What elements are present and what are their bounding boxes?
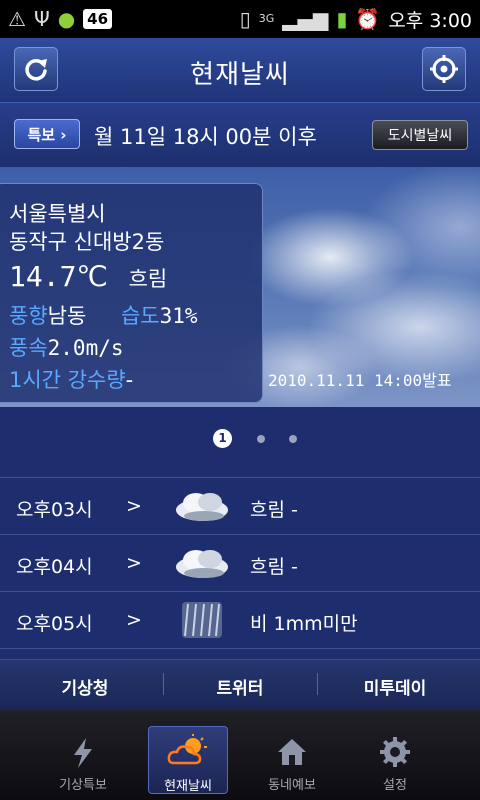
forecast-time: 오후03시 [16,499,93,521]
wind-speed-label: 풍속 [9,336,48,360]
precipitation-label: 1시간 강수량 [9,368,126,392]
crosshair-icon [430,55,458,83]
cloudy-icon [176,550,228,578]
tab-label: 설정 [383,778,407,793]
link-kma[interactable]: 기상청 [5,674,165,699]
forecast-date-marquee: 월 11일 18시 00분 이후 [94,125,317,149]
signal-icon: ▂▄▆ [282,7,329,31]
usb-icon: Ψ [33,7,50,31]
status-bar: ⚠ Ψ ● 46 ▯ 3G ▂▄▆ ▮ ⏰ 오후 3:00 [0,0,480,38]
forecast-time: 오후04시 [16,556,93,578]
special-report-button[interactable]: 특보 › [14,119,80,149]
link-bar: 기상청 트위터 미투데이 [0,659,480,711]
bottom-tab-bar: 기상특보 현재날씨 동네예보 설정 [0,710,480,800]
tab-current-weather[interactable]: 현재날씨 [148,726,228,794]
district-name: 동작구 신대방2동 [9,230,165,254]
wind-direction-label: 풍향 [9,304,48,328]
city-weather-button[interactable]: 도시별날씨 [372,120,468,150]
condition: 흐림 [128,267,168,291]
current-weather-card[interactable]: 서울특별시 동작구 신대방2동 14.7℃ 흐림 풍향남동 습도31% 풍속2.… [0,183,263,403]
humidity-label: 습도 [120,304,160,328]
battery-icon: ▮ [336,7,348,31]
issued-time: 2010.11.11 14:00발표 [268,371,452,390]
house-icon [278,739,306,765]
forecast-arrow: > [126,552,142,574]
gear-icon [380,737,410,767]
humidity-value: 31% [159,304,198,328]
page-title: 현재날씨 [190,60,290,90]
info-bar: 특보 › 월 11일 18시 00분 이후 도시별날씨 [0,103,480,166]
tab-label: 기상특보 [59,778,107,793]
forecast-row[interactable]: 오후03시 > 흐림 - [0,477,480,534]
page-indicator[interactable]: 1 [0,425,480,455]
alarm-icon: ⏰ [355,7,381,31]
forecast-row[interactable]: 오후04시 > 흐림 - [0,534,480,591]
forecast-row[interactable]: 오후05시 > 비 1mm미만 [0,591,480,649]
temperature: 14.7℃ [9,260,108,293]
forecast-arrow: > [126,495,142,517]
precipitation-value: - [125,368,134,392]
wind-speed-value: 2.0m/s [47,336,124,360]
forecast-time: 오후05시 [16,613,93,635]
notification-count: 46 [83,9,113,29]
android-icon: ● [57,7,76,31]
forecast-condition: 비 1mm미만 [250,613,358,635]
warning-icon: ⚠ [8,7,26,31]
cloudy-icon [176,493,228,521]
rain-icon [182,602,222,638]
link-me2day[interactable]: 미투데이 [315,674,475,699]
tab-weather-alert[interactable]: 기상특보 [43,726,123,793]
tab-settings[interactable]: 설정 [355,726,435,793]
page-dot[interactable] [289,435,297,443]
forecast-arrow: > [126,609,142,631]
title-bar: 현재날씨 [0,38,480,103]
status-time: 오후 3:00 [388,9,472,32]
forecast-condition: 흐림 - [250,499,298,521]
link-twitter[interactable]: 트위터 [160,674,320,699]
tab-label: 동네예보 [268,778,316,793]
tab-local-forecast[interactable]: 동네예보 [252,726,332,793]
location-button[interactable] [422,47,466,91]
sun-cloud-icon [167,734,207,765]
wind-direction-value: 남동 [47,304,87,328]
page-dot-active[interactable]: 1 [213,429,232,448]
network-type: 3G [258,12,275,25]
tab-label: 현재날씨 [164,779,212,794]
forecast-condition: 흐림 - [250,556,298,578]
page-dot[interactable] [257,435,265,443]
lightning-icon [74,738,92,768]
city-name: 서울특별시 [9,202,106,226]
vibrate-icon: ▯ [239,7,251,31]
